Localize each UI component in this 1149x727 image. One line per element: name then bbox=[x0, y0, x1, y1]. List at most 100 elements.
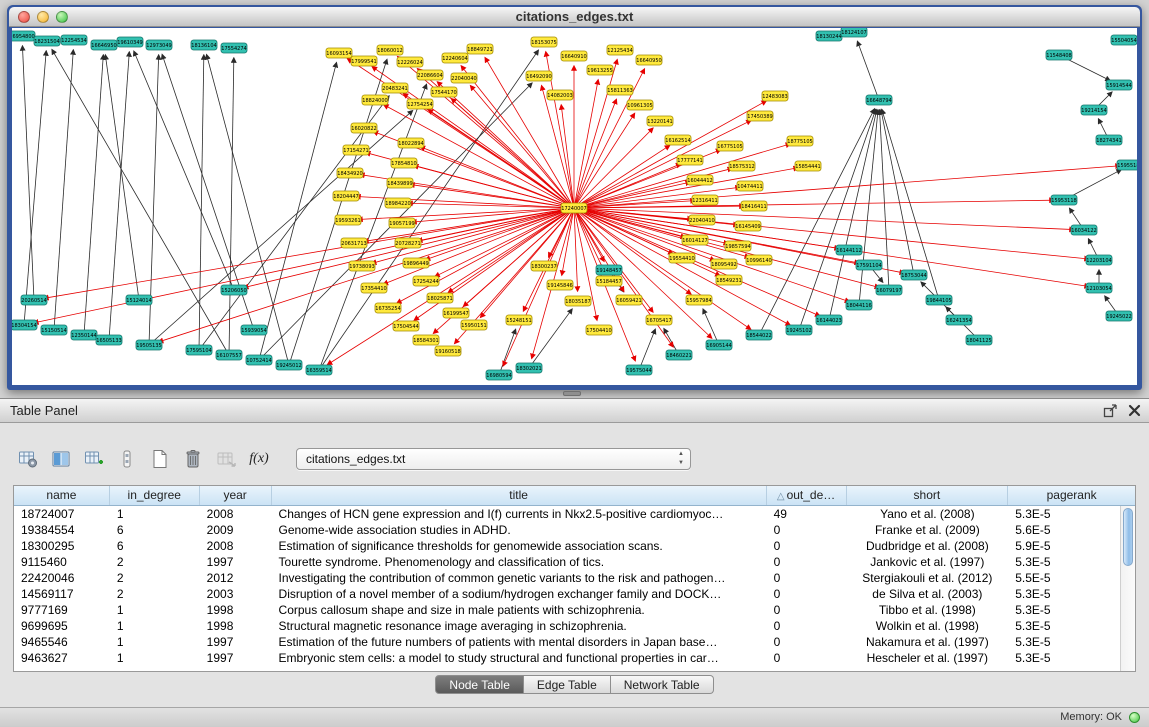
graph-edge[interactable] bbox=[574, 208, 578, 291]
column-header-title[interactable]: title bbox=[272, 486, 767, 505]
graph-node[interactable]: 18022894 bbox=[398, 138, 424, 148]
graph-node[interactable]: 18984220 bbox=[385, 198, 411, 208]
graph-edge[interactable] bbox=[34, 208, 574, 323]
graph-edge[interactable] bbox=[207, 55, 289, 365]
graph-edge[interactable] bbox=[523, 208, 574, 311]
graph-edge[interactable] bbox=[562, 208, 574, 275]
graph-node[interactable]: 12483083 bbox=[762, 91, 788, 101]
table-row[interactable]: 1830029562008Estimation of significance … bbox=[14, 538, 1120, 554]
graph-node[interactable]: 18025871 bbox=[427, 293, 453, 303]
graph-node[interactable]: 18044116 bbox=[846, 300, 872, 310]
graph-node[interactable]: 18544022 bbox=[746, 330, 772, 340]
graph-node[interactable]: 10996140 bbox=[746, 255, 772, 265]
graph-node[interactable]: 15854441 bbox=[795, 161, 821, 171]
table-row[interactable]: 1456911722003Disruption of a novel membe… bbox=[14, 586, 1120, 602]
table-row[interactable]: 1872400712008Changes of HCN gene express… bbox=[14, 506, 1120, 522]
graph-node[interactable]: 18060012 bbox=[377, 45, 403, 55]
graph-edge[interactable] bbox=[499, 329, 516, 375]
graph-node[interactable]: 12973049 bbox=[146, 40, 172, 50]
graph-node[interactable]: 17595104 bbox=[186, 345, 212, 355]
graph-node[interactable]: 16044412 bbox=[687, 175, 713, 185]
column-header-out-degree[interactable]: △out_de… bbox=[767, 486, 847, 505]
graph-edge[interactable] bbox=[134, 51, 234, 290]
graph-node[interactable]: 17554274 bbox=[221, 43, 247, 53]
graph-node[interactable]: 19575044 bbox=[626, 365, 652, 375]
graph-node[interactable]: 16059421 bbox=[616, 295, 642, 305]
row-selector-icon[interactable] bbox=[115, 447, 139, 471]
graph-node[interactable]: 17544170 bbox=[431, 87, 457, 97]
graph-node[interactable]: 16144023 bbox=[816, 315, 842, 325]
column-header-pagerank[interactable]: pagerank bbox=[1008, 486, 1135, 505]
table-row[interactable]: 977716911998Corpus callosum shape and si… bbox=[14, 602, 1120, 618]
graph-node[interactable]: 17854810 bbox=[391, 158, 417, 168]
graph-node[interactable]: 15124014 bbox=[126, 295, 152, 305]
graph-node[interactable]: 19844105 bbox=[926, 295, 952, 305]
graph-node[interactable]: 12316411 bbox=[692, 195, 718, 205]
graph-node[interactable]: 15206050 bbox=[221, 285, 247, 295]
scrollbar-thumb[interactable] bbox=[1123, 508, 1133, 566]
graph-node[interactable]: 16359514 bbox=[306, 365, 332, 375]
graph-node[interactable]: 18153075 bbox=[531, 37, 557, 47]
add-column-icon[interactable] bbox=[82, 447, 106, 471]
splitter-grippy[interactable] bbox=[563, 391, 581, 396]
graph-node[interactable]: 18549231 bbox=[716, 275, 742, 285]
graph-node[interactable]: 19214154 bbox=[1081, 105, 1107, 115]
graph-node[interactable]: 18204447 bbox=[333, 191, 359, 201]
graph-node[interactable]: 16705417 bbox=[646, 315, 672, 325]
graph-node[interactable]: 12254534 bbox=[61, 35, 87, 45]
graph-node[interactable]: 17999541 bbox=[351, 56, 377, 66]
graph-node[interactable]: 15950151 bbox=[461, 320, 487, 330]
graph-edge[interactable] bbox=[574, 208, 1074, 230]
graph-node[interactable]: 15150514 bbox=[41, 325, 67, 335]
close-panel-icon[interactable] bbox=[1128, 404, 1141, 417]
graph-edge[interactable] bbox=[859, 110, 878, 305]
graph-edge[interactable] bbox=[84, 55, 103, 335]
graph-node[interactable]: 18041125 bbox=[966, 335, 992, 345]
graph-node[interactable]: 10752414 bbox=[246, 355, 272, 365]
table-row[interactable]: 946554611997Estimation of the future num… bbox=[14, 634, 1120, 650]
graph-node[interactable]: 16034122 bbox=[1071, 225, 1097, 235]
graph-edge[interactable] bbox=[574, 208, 859, 263]
tab-edge-table[interactable]: Edge Table bbox=[524, 675, 611, 694]
graph-node[interactable]: 12226024 bbox=[397, 57, 423, 67]
graph-node[interactable]: 20728271 bbox=[395, 238, 421, 248]
graph-node[interactable]: 18434920 bbox=[337, 168, 363, 178]
graph-node[interactable]: 16640950 bbox=[636, 55, 662, 65]
graph-node[interactable]: 16014127 bbox=[682, 235, 708, 245]
graph-node[interactable]: 19896449 bbox=[403, 258, 429, 268]
graph-node[interactable]: 18300237 bbox=[531, 261, 557, 271]
graph-node[interactable]: 17240007 bbox=[561, 203, 587, 213]
graph-node[interactable]: 19145846 bbox=[547, 280, 573, 290]
graph-node[interactable]: 12350144 bbox=[71, 330, 97, 340]
graph-node[interactable]: 19160518 bbox=[435, 346, 461, 356]
graph-node[interactable]: 17254244 bbox=[413, 276, 439, 286]
vertical-scrollbar[interactable] bbox=[1120, 506, 1135, 671]
graph-node[interactable]: 16145409 bbox=[735, 221, 761, 231]
graph-node[interactable]: 18849721 bbox=[467, 44, 493, 54]
graph-node[interactable]: 18095492 bbox=[711, 259, 737, 269]
graph-node[interactable]: 16775105 bbox=[717, 141, 743, 151]
graph-edge[interactable] bbox=[105, 55, 139, 300]
graph-node[interactable]: 19245102 bbox=[786, 325, 812, 335]
tab-network-table[interactable]: Network Table bbox=[611, 675, 714, 694]
graph-node[interactable]: 15914544 bbox=[1106, 80, 1132, 90]
column-header-short[interactable]: short bbox=[847, 486, 1009, 505]
table-options-icon[interactable] bbox=[16, 447, 40, 471]
graph-node[interactable]: 15504054 bbox=[1111, 35, 1137, 45]
graph-node[interactable]: 16144112 bbox=[836, 245, 862, 255]
graph-node[interactable]: 19613255 bbox=[587, 65, 613, 75]
graph-node[interactable]: 16020822 bbox=[351, 123, 377, 133]
graph-node[interactable]: 16954800 bbox=[12, 31, 35, 41]
graph-edge[interactable] bbox=[24, 51, 46, 325]
graph-node[interactable]: 18304154 bbox=[12, 320, 37, 330]
graph-edge[interactable] bbox=[639, 329, 655, 370]
graph-node[interactable]: 18416411 bbox=[741, 201, 767, 211]
graph-node[interactable]: 19148457 bbox=[596, 265, 622, 275]
graph-edge[interactable] bbox=[574, 200, 1054, 208]
graph-edge[interactable] bbox=[574, 208, 1089, 259]
graph-edge[interactable] bbox=[229, 58, 234, 355]
graph-node[interactable]: 19245012 bbox=[276, 360, 302, 370]
graph-node[interactable]: 18460221 bbox=[666, 350, 692, 360]
network-window-titlebar[interactable]: citations_edges.txt bbox=[9, 7, 1140, 27]
graph-node[interactable]: 15939054 bbox=[241, 325, 267, 335]
